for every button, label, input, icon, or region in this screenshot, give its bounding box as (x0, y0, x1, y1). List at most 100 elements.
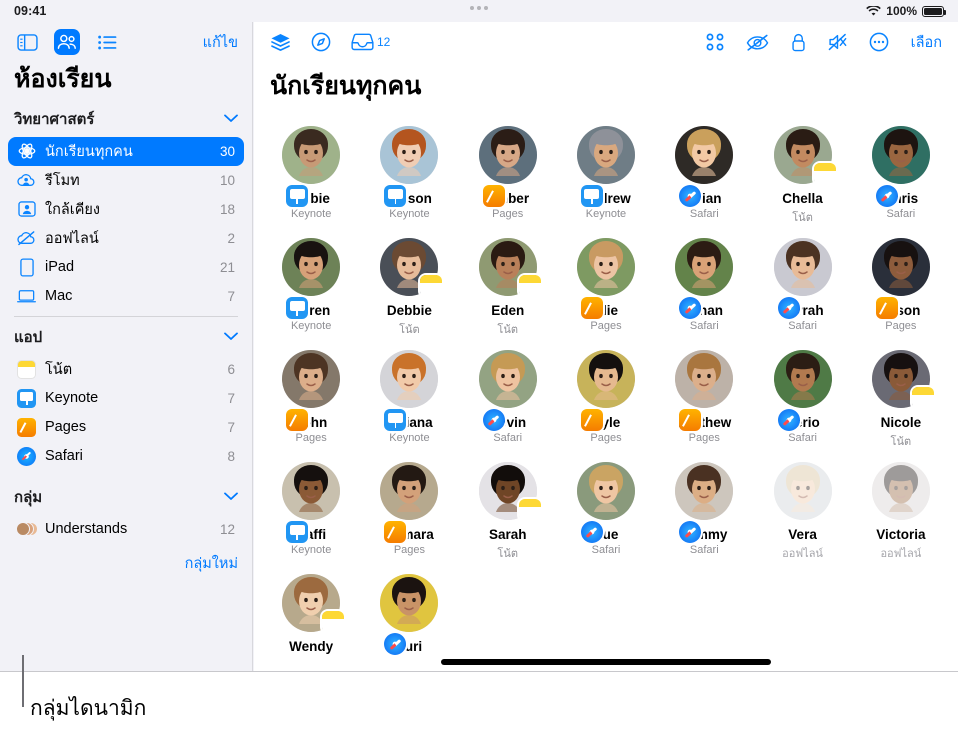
student-cell[interactable]: Brian Safari (655, 120, 753, 226)
student-cell[interactable]: Sarah โน้ต (459, 456, 557, 562)
student-avatar-wrap[interactable] (872, 462, 930, 520)
class-section-label: วิทยาศาสตร์ (14, 107, 94, 131)
student-avatar-wrap[interactable] (380, 126, 438, 184)
student-cell[interactable]: Yuri (360, 568, 458, 656)
student-cell[interactable]: Nicole โน้ต (852, 344, 950, 450)
student-avatar-wrap[interactable] (577, 350, 635, 408)
multitasking-handle[interactable] (470, 6, 488, 10)
student-cell[interactable]: Allison Keynote (360, 120, 458, 226)
student-cell[interactable]: Wendy (262, 568, 360, 656)
app-badge-pages-icon (286, 409, 308, 431)
chevron-down-icon[interactable] (224, 114, 238, 123)
student-status: ออฟไลน์ (880, 544, 921, 562)
student-avatar-wrap[interactable] (479, 462, 537, 520)
student-cell[interactable]: Juliana Keynote (360, 344, 458, 450)
sidebar-item-mac[interactable]: Mac 7 (8, 282, 244, 311)
chevron-down-icon[interactable] (224, 332, 238, 341)
student-cell[interactable]: Debbie โน้ต (360, 232, 458, 338)
class-section-header[interactable]: วิทยาศาสตร์ (0, 101, 252, 135)
home-indicator[interactable] (441, 659, 771, 665)
student-avatar-wrap[interactable] (872, 126, 930, 184)
student-avatar-wrap[interactable] (774, 462, 832, 520)
student-avatar-wrap[interactable] (577, 126, 635, 184)
sidebar-item-keynote[interactable]: Keynote 7 (8, 384, 244, 413)
student-avatar-wrap[interactable] (380, 574, 438, 632)
student-avatar-wrap[interactable] (872, 238, 930, 296)
student-avatar-wrap[interactable] (479, 238, 537, 296)
chevron-down-icon[interactable] (224, 492, 238, 501)
student-avatar-wrap[interactable] (479, 350, 537, 408)
student-cell[interactable]: John Pages (262, 344, 360, 450)
student-cell[interactable]: Jason Pages (852, 232, 950, 338)
student-avatar-wrap[interactable] (479, 126, 537, 184)
student-avatar-wrap[interactable] (380, 350, 438, 408)
student-cell[interactable]: Kyle Pages (557, 344, 655, 450)
student-avatar-wrap[interactable] (774, 126, 832, 184)
student-cell[interactable]: Raffi Keynote (262, 456, 360, 562)
student-avatar-wrap[interactable] (774, 350, 832, 408)
apps-section-header[interactable]: แอป (0, 319, 252, 353)
lock-icon[interactable] (791, 33, 806, 52)
people-icon[interactable] (54, 29, 80, 55)
student-avatar-wrap[interactable] (675, 238, 733, 296)
student-cell[interactable]: Abbie Keynote (262, 120, 360, 226)
student-avatar-wrap[interactable] (282, 350, 340, 408)
student-cell[interactable]: Farrah Safari (753, 232, 851, 338)
new-group-button[interactable]: กลุ่มใหม่ (0, 544, 252, 575)
sidebar-item-ipad[interactable]: iPad 21 (8, 253, 244, 282)
student-avatar-wrap[interactable] (282, 574, 340, 632)
sidebar-item-ออฟไลน์[interactable]: ออฟไลน์ 2 (8, 224, 244, 253)
groups-section-header[interactable]: กลุ่ม (0, 471, 252, 513)
student-avatar-wrap[interactable] (577, 462, 635, 520)
ellipsis-circle-icon[interactable] (869, 32, 889, 52)
student-avatar-wrap[interactable] (774, 238, 832, 296)
student-cell[interactable]: Tammy Safari (655, 456, 753, 562)
notes-app-icon (17, 360, 36, 379)
student-cell[interactable]: Sue Safari (557, 456, 655, 562)
student-status: Safari (788, 320, 817, 332)
sidebar-item-understands[interactable]: Understands 12 (8, 515, 244, 544)
student-cell[interactable]: Elie Pages (557, 232, 655, 338)
sidebar-item-ใกล้เคียง[interactable]: ใกล้เคียง 18 (8, 195, 244, 224)
student-avatar-wrap[interactable] (675, 462, 733, 520)
speaker-slash-icon[interactable] (828, 33, 847, 51)
student-cell[interactable]: Ethan Safari (655, 232, 753, 338)
student-cell[interactable]: Amber Pages (459, 120, 557, 226)
select-button[interactable]: เลือก (911, 31, 942, 54)
inbox-icon[interactable]: 12 (351, 33, 390, 51)
student-avatar-wrap[interactable] (675, 126, 733, 184)
student-avatar-wrap[interactable] (675, 350, 733, 408)
student-status: Pages (590, 320, 621, 332)
sidebar-item-นักเรียนทุกคน[interactable]: นักเรียนทุกคน 30 (8, 137, 244, 166)
student-avatar-wrap[interactable] (380, 238, 438, 296)
sidebar-toggle-icon[interactable] (14, 29, 40, 55)
eye-slash-icon[interactable] (746, 34, 769, 51)
student-cell[interactable]: Kevin Safari (459, 344, 557, 450)
compass-icon[interactable] (311, 32, 331, 52)
sidebar-item-รีโมท[interactable]: รีโมท 10 (8, 166, 244, 195)
student-avatar-wrap[interactable] (282, 462, 340, 520)
sidebar-item-pages[interactable]: Pages 7 (8, 413, 244, 442)
list-icon[interactable] (94, 29, 120, 55)
student-cell[interactable]: Samara Pages (360, 456, 458, 562)
student-avatar-wrap[interactable] (577, 238, 635, 296)
student-cell[interactable]: Victoria ออฟไลน์ (852, 456, 950, 562)
sidebar-item-โน้ต[interactable]: โน้ต 6 (8, 355, 244, 384)
student-avatar-wrap[interactable] (380, 462, 438, 520)
sidebar-item-safari[interactable]: Safari 8 (8, 442, 244, 471)
grid-apps-icon[interactable] (706, 33, 724, 51)
student-cell[interactable]: Andrew Keynote (557, 120, 655, 226)
layers-icon[interactable] (270, 33, 291, 52)
student-cell[interactable]: Daren Keynote (262, 232, 360, 338)
student-cell[interactable]: Chella โน้ต (753, 120, 851, 226)
student-avatar-wrap[interactable] (282, 126, 340, 184)
student-cell[interactable]: Chris Safari (852, 120, 950, 226)
student-avatar-wrap[interactable] (282, 238, 340, 296)
student-cell[interactable]: Vera ออฟไลน์ (753, 456, 851, 562)
student-cell[interactable]: Nerio Safari (753, 344, 851, 450)
student-avatar-wrap[interactable] (872, 350, 930, 408)
student-cell[interactable]: Matthew Pages (655, 344, 753, 450)
student-cell[interactable]: Eden โน้ต (459, 232, 557, 338)
edit-button[interactable]: แก้ไข (203, 31, 238, 54)
inbox-count: 12 (377, 35, 390, 49)
